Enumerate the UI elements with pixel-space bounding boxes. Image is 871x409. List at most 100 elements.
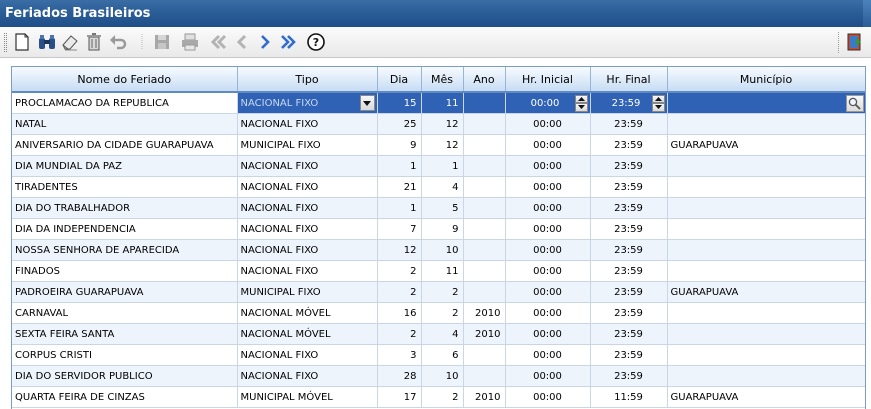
next-record-icon[interactable] [255, 32, 275, 52]
cell-municipio[interactable] [667, 239, 865, 261]
cell-tipo[interactable]: NACIONAL FIXO [237, 176, 378, 198]
cell-hr-inicial[interactable]: 00:00 [505, 134, 591, 156]
save-icon[interactable] [152, 32, 172, 52]
cell-hr-final[interactable]: 23:59 [590, 323, 668, 345]
cell-ano[interactable]: 2010 [463, 386, 506, 408]
cell-mes[interactable]: 6 [421, 344, 464, 366]
cell-mes[interactable]: 4 [421, 323, 464, 345]
cell-mes[interactable]: 10 [421, 365, 464, 387]
cell-hr-inicial[interactable]: 00:00 [505, 155, 591, 177]
cell-municipio[interactable] [667, 218, 865, 240]
table-row[interactable]: NOSSA SENHORA DE APARECIDA NACIONAL FIXO… [12, 239, 865, 261]
cell-hr-inicial[interactable]: 00:00 [505, 218, 591, 240]
cell-municipio[interactable] [667, 344, 865, 366]
cell-ano[interactable] [463, 344, 506, 366]
cell-hr-final[interactable]: 23:59 [590, 176, 668, 198]
cell-mes[interactable]: 2 [421, 302, 464, 324]
cell-hr-final[interactable]: 23:59 [590, 302, 668, 324]
eraser-icon[interactable] [60, 32, 80, 52]
table-row[interactable]: DIA MUNDIAL DA PAZ NACIONAL FIXO 1 1 00:… [12, 155, 865, 177]
last-record-icon[interactable] [279, 32, 299, 52]
cell-ano[interactable] [463, 239, 506, 261]
cell-dia[interactable]: 2 [377, 281, 422, 303]
cell-nome[interactable]: CORPUS CRISTI [12, 344, 238, 366]
hr-final-spinner[interactable]: 23:59 [590, 92, 668, 114]
cell-hr-inicial[interactable]: 00:00 [505, 113, 591, 135]
cell-tipo[interactable]: NACIONAL FIXO [237, 365, 378, 387]
cell-hr-final[interactable]: 23:59 [590, 113, 668, 135]
column-header-nome[interactable]: Nome do Feriado [12, 67, 238, 93]
cell-hr-final[interactable]: 11:59 [590, 386, 668, 408]
cell-tipo[interactable]: NACIONAL FIXO [237, 218, 378, 240]
toolbar-grip[interactable] [4, 33, 7, 52]
cell-municipio[interactable] [667, 365, 865, 387]
cell-municipio[interactable]: GUARAPUAVA [667, 386, 865, 408]
cell-mes[interactable]: 9 [421, 218, 464, 240]
new-document-icon[interactable] [12, 32, 32, 52]
cell-tipo[interactable]: NACIONAL FIXO [237, 113, 378, 135]
cell-tipo[interactable]: NACIONAL FIXO [237, 344, 378, 366]
cell-nome[interactable]: TIRADENTES [12, 176, 238, 198]
cell-nome[interactable]: CARNAVAL [12, 302, 238, 324]
cell-dia[interactable]: 9 [377, 134, 422, 156]
cell-hr-final[interactable]: 23:59 [590, 239, 668, 261]
binoculars-icon[interactable] [37, 32, 57, 52]
cell-nome[interactable]: FINADOS [12, 260, 238, 282]
column-header-municipio[interactable]: Município [667, 67, 865, 93]
cell-nome[interactable]: DIA DO TRABALHADOR [12, 197, 238, 219]
cell-tipo[interactable]: MUNICIPAL FIXO [237, 281, 378, 303]
cell-ano[interactable] [463, 176, 506, 198]
spin-down-icon[interactable] [574, 103, 588, 112]
magnifier-search-icon[interactable] [845, 94, 864, 112]
table-row[interactable]: ANIVERSARIO DA CIDADE GUARAPUAVA MUNICIP… [12, 134, 865, 156]
cell-municipio[interactable] [667, 323, 865, 345]
cell-dia[interactable]: 1 [377, 197, 422, 219]
cell-hr-inicial[interactable]: 00:00 [505, 386, 591, 408]
cell-hr-final[interactable]: 23:59 [590, 134, 668, 156]
holidays-grid[interactable]: Nome do Feriado Tipo Dia Mês Ano Hr. Ini… [11, 66, 866, 409]
cell-mes[interactable]: 2 [421, 386, 464, 408]
cell-hr-final[interactable]: 23:59 [590, 365, 668, 387]
table-row[interactable]: QUARTA FEIRA DE CINZAS MUNICIPAL MÓVEL 1… [12, 386, 865, 408]
cell-tipo[interactable]: NACIONAL FIXO [237, 260, 378, 282]
table-row[interactable]: DIA DO SERVIDOR PUBLICO NACIONAL FIXO 28… [12, 365, 865, 387]
cell-tipo[interactable]: NACIONAL FIXO [237, 197, 378, 219]
cell-dia[interactable]: 3 [377, 344, 422, 366]
cell-dia[interactable]: 16 [377, 302, 422, 324]
cell-nome[interactable]: QUARTA FEIRA DE CINZAS [12, 386, 238, 408]
cell-municipio[interactable] [667, 155, 865, 177]
cell-ano[interactable] [463, 365, 506, 387]
cell-hr-inicial[interactable]: 00:00 [505, 281, 591, 303]
column-header-ano[interactable]: Ano [463, 67, 506, 93]
cell-ano[interactable]: 2010 [463, 323, 506, 345]
cell-municipio[interactable] [667, 302, 865, 324]
hr-inicial-spinner[interactable]: 00:00 [505, 92, 591, 114]
cell-tipo[interactable]: MUNICIPAL MÓVEL [237, 386, 378, 408]
undo-icon[interactable] [108, 32, 128, 52]
cell-nome[interactable]: PROCLAMACAO DA REPUBLICA [12, 92, 238, 114]
cell-dia[interactable]: 2 [377, 260, 422, 282]
cell-nome[interactable]: PADROEIRA GUARAPUAVA [12, 281, 238, 303]
cell-dia[interactable]: 15 [377, 92, 422, 114]
column-header-dia[interactable]: Dia [377, 67, 422, 93]
cell-hr-inicial[interactable]: 00:00 [505, 197, 591, 219]
cell-hr-final[interactable]: 23:59 [590, 344, 668, 366]
chevron-down-icon[interactable] [359, 95, 375, 111]
cell-tipo[interactable]: NACIONAL FIXO [237, 155, 378, 177]
table-row[interactable]: TIRADENTES NACIONAL FIXO 21 4 00:00 23:5… [12, 176, 865, 198]
cell-nome[interactable]: DIA MUNDIAL DA PAZ [12, 155, 238, 177]
cell-ano[interactable] [463, 197, 506, 219]
cell-tipo[interactable]: NACIONAL FIXO [237, 239, 378, 261]
cell-mes[interactable]: 1 [421, 155, 464, 177]
previous-record-icon[interactable] [232, 32, 252, 52]
table-row[interactable]: CARNAVAL NACIONAL MÓVEL 16 2 2010 00:00 … [12, 302, 865, 324]
table-row[interactable]: NATAL NACIONAL FIXO 25 12 00:00 23:59 [12, 113, 865, 135]
cell-dia[interactable]: 17 [377, 386, 422, 408]
cell-municipio[interactable] [667, 176, 865, 198]
cell-ano[interactable] [463, 281, 506, 303]
cell-hr-inicial[interactable]: 00:00 [505, 239, 591, 261]
cell-dia[interactable]: 7 [377, 218, 422, 240]
cell-hr-final[interactable]: 23:59 [590, 155, 668, 177]
cell-mes[interactable]: 2 [421, 281, 464, 303]
cell-municipio[interactable]: GUARAPUAVA [667, 281, 865, 303]
